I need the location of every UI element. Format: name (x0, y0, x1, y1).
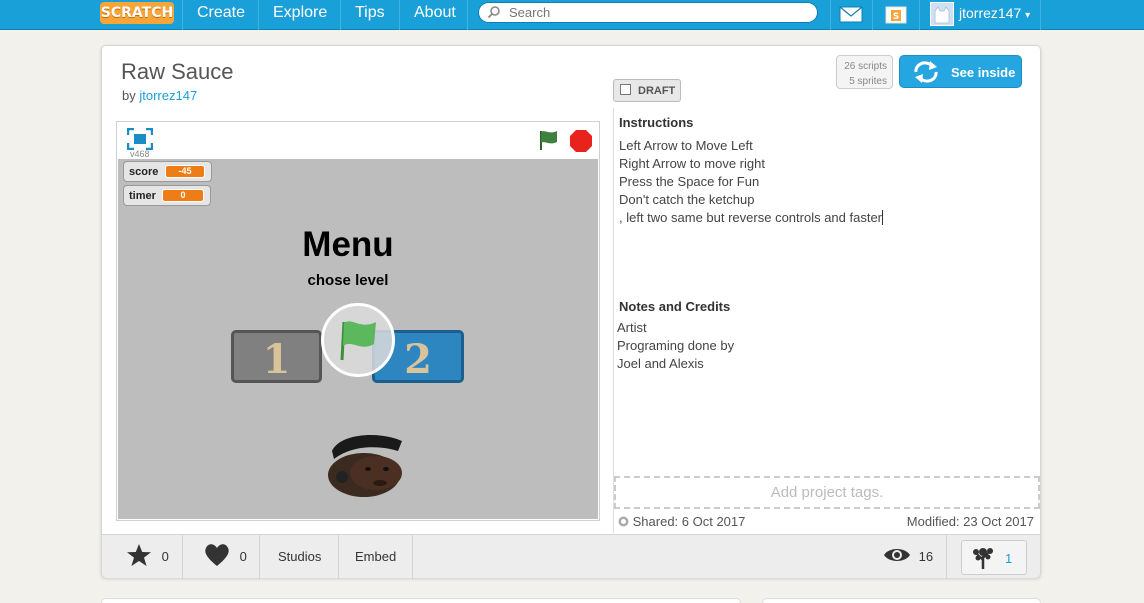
nav-divider (1040, 0, 1041, 30)
see-inside-label: See inside (951, 65, 1016, 80)
user-menu[interactable]: jtorrez147 ▾ (959, 5, 1030, 21)
views-count: 16 (918, 549, 934, 564)
cat-avatar-icon (931, 3, 953, 25)
heart-icon (205, 544, 229, 566)
instruction-line[interactable]: Left Arrow to Move Left (619, 138, 753, 153)
nav-divider (872, 0, 873, 30)
by-label: by (122, 88, 136, 103)
instruction-line[interactable]: Don't catch the ketchup (619, 192, 754, 207)
project-stats: 26 scripts 5 sprites (836, 55, 893, 89)
draft-checkbox[interactable] (620, 84, 631, 95)
byline: by jtorrez147 (122, 88, 197, 103)
eye-icon (884, 549, 910, 561)
svg-text:S: S (893, 12, 899, 22)
nav-create[interactable]: Create (182, 0, 259, 30)
play-overlay[interactable] (321, 303, 395, 377)
star-icon (127, 544, 151, 566)
notes-heading: Notes and Credits (619, 299, 731, 314)
search-input[interactable] (509, 4, 809, 21)
project-player: v468 score -45 timer 0 Menu chose level … (116, 121, 600, 521)
favorite-button[interactable]: 0 (126, 535, 169, 579)
separator (338, 535, 339, 579)
sprites-count: 5 sprites (849, 76, 887, 87)
info-icon (618, 516, 629, 527)
nav-divider (830, 0, 831, 30)
separator (259, 535, 260, 579)
notes-line[interactable]: Joel and Alexis (617, 356, 704, 371)
remix-tree-button[interactable]: 1 (961, 540, 1027, 575)
love-count: 0 (239, 549, 247, 564)
avatar[interactable] (930, 2, 954, 26)
see-inside-button[interactable]: See inside (899, 55, 1022, 88)
text-cursor (882, 210, 883, 225)
fullscreen-icon[interactable] (127, 128, 153, 150)
scratch-logo[interactable]: SCRATCH (100, 2, 174, 24)
views-counter: 16 (883, 535, 933, 579)
studios-button[interactable]: Studios (278, 535, 321, 579)
green-flag-icon[interactable] (537, 129, 561, 151)
favorite-count: 0 (161, 549, 169, 564)
add-tags-input[interactable]: Add project tags. (614, 476, 1040, 509)
nav-divider (919, 0, 920, 30)
embed-button[interactable]: Embed (355, 535, 396, 579)
draft-toggle[interactable]: DRAFT (613, 79, 681, 102)
shared-date: Shared: 6 Oct 2017 (618, 514, 745, 529)
love-button[interactable]: 0 (204, 535, 247, 579)
stop-icon[interactable] (569, 129, 593, 153)
version-label: v468 (130, 149, 150, 159)
username: jtorrez147 (959, 5, 1022, 21)
project-description: Instructions Left Arrow to Move Left Rig… (613, 108, 1041, 533)
shared-text: Shared: 6 Oct 2017 (632, 514, 746, 529)
nav-tips[interactable]: Tips (340, 0, 399, 30)
action-bar: 0 0 Studios Embed 16 1 (102, 534, 1040, 579)
messages-icon[interactable] (839, 6, 863, 23)
chevron-down-icon: ▾ (1025, 10, 1031, 21)
next-section-card (101, 598, 741, 603)
score-monitor: score -45 (123, 161, 212, 182)
instruction-line[interactable]: Right Arrow to move right (619, 156, 765, 171)
remix-tree-icon (973, 548, 993, 569)
modified-date: Modified: 23 Oct 2017 (906, 514, 1034, 529)
remix-count: 1 (1005, 551, 1013, 566)
timer-monitor: timer 0 (123, 185, 211, 206)
scripts-count: 26 scripts (844, 61, 887, 72)
monitor-value: -45 (165, 165, 205, 178)
green-flag-icon (340, 321, 376, 361)
author-link[interactable]: jtorrez147 (139, 88, 197, 103)
player-sprite (328, 435, 402, 497)
nav-divider (467, 0, 468, 30)
level-1-label: 1 (262, 336, 291, 383)
notes-line[interactable]: Artist (617, 320, 647, 335)
level-1-button[interactable]: 1 (231, 330, 322, 383)
nav-explore[interactable]: Explore (258, 0, 341, 30)
monitor-label: timer (129, 190, 156, 202)
monitor-label: score (129, 166, 159, 178)
search-box[interactable] (478, 2, 818, 23)
remix-arrows-icon (914, 61, 938, 83)
instruction-line[interactable]: Press the Space for Fun (619, 174, 759, 189)
search-icon (487, 6, 500, 19)
notes-line[interactable]: Programing done by (617, 338, 734, 353)
next-section-card (762, 598, 1041, 603)
stage-canvas[interactable]: score -45 timer 0 Menu chose level 1 2 (118, 159, 598, 519)
separator (412, 535, 413, 579)
my-stuff-icon[interactable]: S (884, 4, 908, 24)
instructions-heading: Instructions (619, 115, 694, 130)
project-title[interactable]: Raw Sauce (121, 59, 234, 85)
project-card: Raw Sauce by jtorrez147 26 scripts 5 spr… (101, 45, 1041, 579)
monitor-value: 0 (162, 189, 204, 202)
player-controls: v468 (117, 122, 599, 159)
stage-menu-title: Menu (302, 225, 394, 264)
top-nav: SCRATCH Create Explore Tips About S jtor… (0, 0, 1144, 30)
separator (946, 535, 947, 579)
stage-menu-subtitle: chose level (307, 272, 389, 289)
nav-about[interactable]: About (399, 0, 470, 30)
separator (182, 535, 183, 579)
draft-label: DRAFT (638, 85, 676, 97)
instruction-line[interactable]: , left two same but reverse controls and… (619, 210, 882, 225)
